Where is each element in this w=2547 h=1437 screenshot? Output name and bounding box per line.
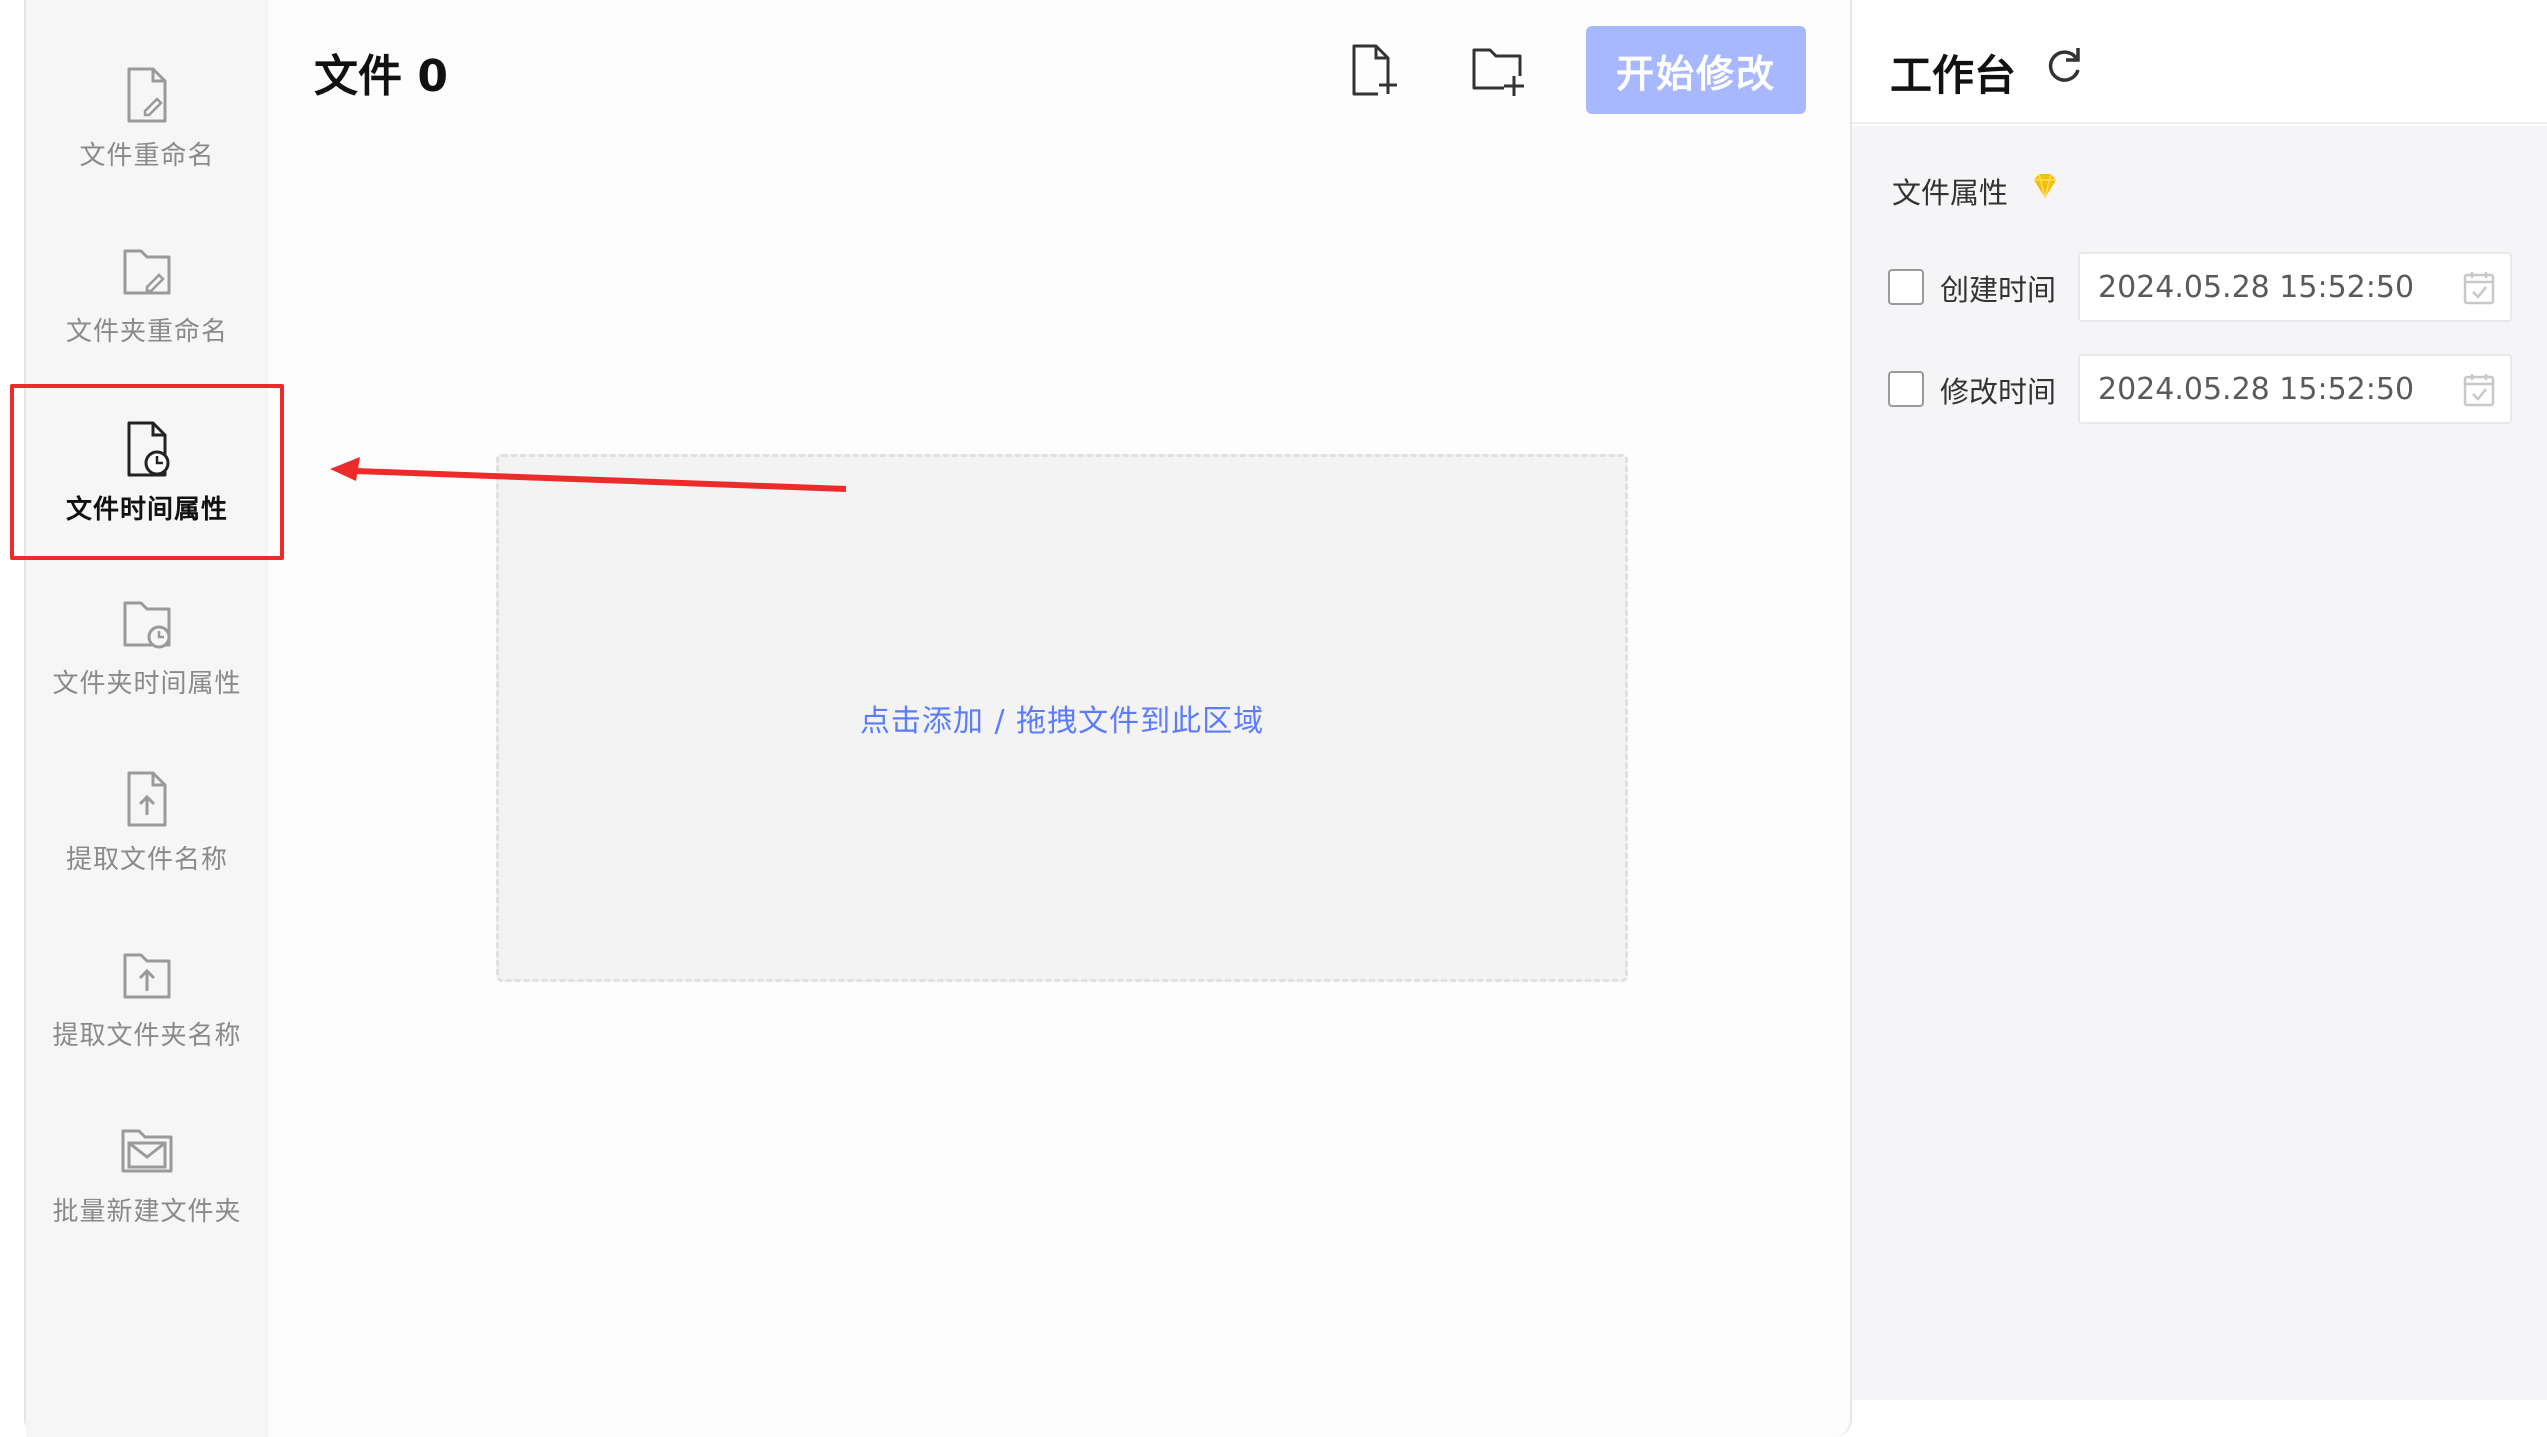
- sidebar-item-label: 文件夹时间属性: [52, 668, 242, 699]
- sidebar-item-file-rename[interactable]: 文件重命名: [26, 40, 268, 196]
- workspace-panel: 文件属性 创建时间 2024.05.28 15:52:50 修改时间 2024.…: [1852, 126, 2547, 1400]
- app-window: 文件重命名 文件夹重命名 文件时间属性 文件夹时间属性 提取文件名称 提取文件夹…: [10, 0, 1852, 1437]
- file-attributes-label: 文件属性: [1892, 176, 2009, 210]
- sidebar-item-folder-rename[interactable]: 文件夹重命名: [26, 216, 268, 372]
- modified-time-label: 修改时间: [1940, 375, 2057, 409]
- folder-mail-icon: [121, 1129, 173, 1172]
- folder-upload-icon: [123, 953, 171, 998]
- calendar-icon[interactable]: [2462, 270, 2496, 306]
- modified-time-value: 2024.05.28 15:52:50: [2098, 371, 2415, 407]
- sidebar-item-label: 提取文件夹名称: [52, 1020, 242, 1051]
- file-dropzone[interactable]: 点击添加 / 拖拽文件到此区域: [496, 454, 1628, 982]
- sidebar-item-extract-file-names[interactable]: 提取文件名称: [26, 744, 268, 900]
- add-folder-icon[interactable]: [1470, 42, 1526, 98]
- sidebar-item-file-time-attributes[interactable]: 文件时间属性: [10, 384, 284, 560]
- creation-time-label: 创建时间: [1940, 273, 2057, 307]
- file-clock-icon: [127, 421, 170, 476]
- refresh-icon[interactable]: [2042, 44, 2086, 88]
- sidebar-item-label: 文件夹重命名: [65, 316, 228, 347]
- workspace-title: 工作台: [1890, 51, 2017, 100]
- sidebar: 文件重命名 文件夹重命名 文件时间属性 文件夹时间属性 提取文件名称 提取文件夹…: [10, 0, 284, 1437]
- start-modify-button[interactable]: 开始修改: [1586, 26, 1806, 114]
- sidebar-item-extract-folder-names[interactable]: 提取文件夹名称: [26, 920, 268, 1076]
- creation-time-value: 2024.05.28 15:52:50: [2098, 269, 2415, 305]
- page-title: 文件 0: [314, 51, 448, 102]
- sidebar-item-label: 文件时间属性: [65, 494, 228, 525]
- diamond-icon: [2034, 173, 2056, 199]
- file-edit-icon: [127, 67, 167, 122]
- sidebar-item-label: 文件重命名: [79, 140, 215, 171]
- sidebar-item-batch-create-folders[interactable]: 批量新建文件夹: [26, 1096, 268, 1252]
- dropzone-hint: 点击添加 / 拖拽文件到此区域: [859, 704, 1265, 739]
- folder-clock-icon: [123, 601, 171, 648]
- add-file-icon[interactable]: [1346, 42, 1402, 98]
- modified-time-row: 修改时间 2024.05.28 15:52:50: [1888, 354, 2528, 424]
- creation-time-row: 创建时间 2024.05.28 15:52:50: [1888, 252, 2528, 322]
- sidebar-item-label: 批量新建文件夹: [52, 1196, 242, 1227]
- creation-time-checkbox[interactable]: [1888, 269, 1924, 305]
- creation-time-input[interactable]: 2024.05.28 15:52:50: [2078, 252, 2512, 322]
- sidebar-item-label: 提取文件名称: [65, 844, 228, 875]
- folder-edit-icon: [123, 249, 171, 294]
- file-upload-icon: [127, 771, 167, 826]
- modified-time-checkbox[interactable]: [1888, 371, 1924, 407]
- workspace-header: 工作台: [1852, 0, 2547, 124]
- calendar-icon[interactable]: [2462, 372, 2496, 408]
- modified-time-input[interactable]: 2024.05.28 15:52:50: [2078, 354, 2512, 424]
- sidebar-item-folder-time-attributes[interactable]: 文件夹时间属性: [26, 568, 268, 724]
- annotation-arrow-icon: [330, 457, 846, 492]
